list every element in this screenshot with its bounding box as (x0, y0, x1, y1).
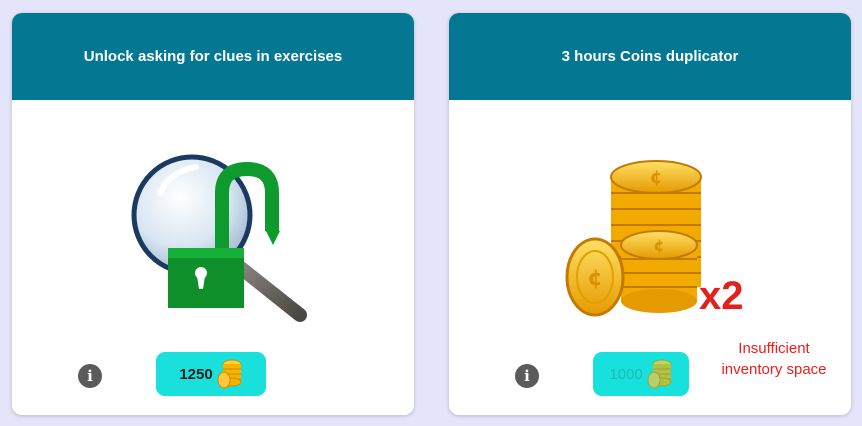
insufficient-space-warning: Insufficient inventory space (721, 340, 827, 378)
buy-button[interactable]: 1250 (156, 352, 266, 396)
multiplier-label: x2 (699, 274, 744, 318)
card-title: Unlock asking for clues in exercises (12, 13, 414, 100)
price-label: 1250 (179, 365, 213, 383)
coin-stack-icon (217, 359, 242, 389)
buy-button[interactable]: 1000 (593, 352, 689, 396)
card-title: 3 hours Coins duplicator (449, 13, 851, 100)
svg-text:¢: ¢ (653, 236, 664, 255)
shop-card-unlock-clues: Unlock asking for clues in exercises i 1… (12, 13, 414, 415)
info-icon[interactable]: i (515, 364, 539, 388)
coin-stack-icon (647, 359, 672, 389)
price-label: 1000 (609, 365, 643, 383)
svg-text:¢: ¢ (650, 167, 663, 188)
info-icon[interactable]: i (78, 364, 102, 388)
svg-text:¢: ¢ (587, 266, 602, 291)
shop-card-coins-duplicator: 3 hours Coins duplicator ¢ ¢ ¢ x2 i 1000… (449, 13, 851, 415)
coins-duplicator-icon: ¢ ¢ ¢ x2 (565, 160, 744, 318)
magnifier-unlock-icon (131, 154, 307, 322)
